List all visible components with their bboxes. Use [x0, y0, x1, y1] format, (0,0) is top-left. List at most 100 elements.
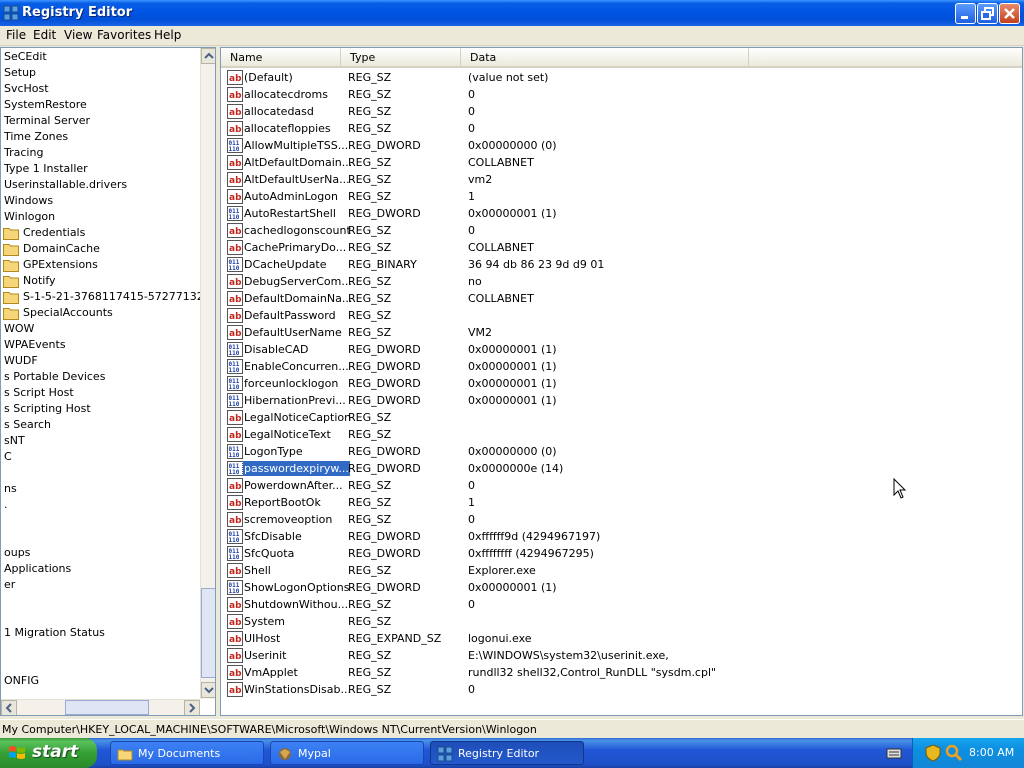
- value-row[interactable]: ab allocatecdroms REG_SZ 0: [221, 86, 1021, 103]
- tree-item[interactable]: ns: [4, 481, 17, 497]
- tree-item[interactable]: WPAEvents: [4, 337, 66, 353]
- value-row[interactable]: ab CachePrimaryDo... REG_SZ COLLABNET: [221, 239, 1021, 256]
- value-row[interactable]: ab DefaultUserName REG_SZ VM2: [221, 324, 1021, 341]
- svg-text:ab: ab: [229, 567, 242, 577]
- tree-item[interactable]: SvcHost: [4, 81, 49, 97]
- value-row[interactable]: 011 110 forceunlocklogon REG_DWORD 0x0000000…: [221, 375, 1021, 392]
- search-icon[interactable]: [945, 744, 963, 762]
- value-row[interactable]: 011 110 DisableCAD REG_DWORD 0x00000001 (1): [221, 341, 1021, 358]
- restore-button[interactable]: [977, 3, 998, 24]
- minimize-button[interactable]: [955, 3, 976, 24]
- column-header-name[interactable]: Name: [221, 48, 341, 68]
- value-row[interactable]: 011 110 SfcQuota REG_DWORD 0xffffffff (42949…: [221, 545, 1021, 562]
- tree-item[interactable]: WOW: [4, 321, 34, 337]
- tree-item[interactable]: C: [4, 449, 12, 465]
- tree-item[interactable]: 1 Migration Status: [4, 625, 105, 641]
- value-row[interactable]: 011 110 passwordexpiryw... REG_DWORD 0x00000…: [221, 460, 1021, 477]
- value-row[interactable]: 011 110 AllowMultipleTSS... REG_DWORD 0x0000…: [221, 137, 1021, 154]
- menu-help[interactable]: Help: [154, 28, 181, 42]
- security-shield-icon[interactable]: [925, 744, 941, 762]
- value-row[interactable]: ab allocatefloppies REG_SZ 0: [221, 120, 1021, 137]
- tree-item[interactable]: s Search: [4, 417, 51, 433]
- value-row[interactable]: ab UIHost REG_EXPAND_SZ logonui.exe: [221, 630, 1021, 647]
- close-button[interactable]: [999, 3, 1020, 24]
- value-row[interactable]: ab AutoAdminLogon REG_SZ 1: [221, 188, 1021, 205]
- value-row[interactable]: ab VmApplet REG_SZ rundll32 shell32,Control…: [221, 664, 1021, 681]
- svg-text:110: 110: [229, 554, 240, 561]
- tree-item[interactable]: GPExtensions: [23, 257, 98, 273]
- value-row[interactable]: ab AltDefaultUserNa... REG_SZ vm2: [221, 171, 1021, 188]
- value-row[interactable]: ab allocatedasd REG_SZ 0: [221, 103, 1021, 120]
- values-list-pane[interactable]: Name Type Data ab (Default) REG_SZ (value n…: [220, 47, 1023, 716]
- tree-item[interactable]: Tracing: [4, 145, 43, 161]
- tree-item[interactable]: SpecialAccounts: [23, 305, 113, 321]
- tree-item[interactable]: s Script Host: [4, 385, 74, 401]
- tree-item[interactable]: oups: [4, 545, 30, 561]
- tree-item[interactable]: WUDF: [4, 353, 38, 369]
- tree-hscroll-thumb[interactable]: [65, 700, 149, 715]
- value-row[interactable]: 011 110 DCacheUpdate REG_BINARY 36 94 db 86 …: [221, 256, 1021, 273]
- tree-item[interactable]: Winlogon: [4, 209, 55, 225]
- menu-file[interactable]: File: [6, 28, 26, 42]
- value-row[interactable]: ab System REG_SZ: [221, 613, 1021, 630]
- value-row[interactable]: ab AltDefaultDomain... REG_SZ COLLABNET: [221, 154, 1021, 171]
- value-row[interactable]: 011 110 ShowLogonOptions REG_DWORD 0x0000000…: [221, 579, 1021, 596]
- value-row[interactable]: 011 110 LogonType REG_DWORD 0x00000000 (0): [221, 443, 1021, 460]
- value-row[interactable]: ab WinStationsDisab... REG_SZ 0: [221, 681, 1021, 698]
- tree-item[interactable]: Windows: [4, 193, 53, 209]
- tree-horizontal-scrollbar[interactable]: [1, 699, 200, 715]
- menu-view[interactable]: View: [64, 28, 92, 42]
- tree-item[interactable]: er: [4, 577, 15, 593]
- tree-item[interactable]: Notify: [23, 273, 56, 289]
- taskbar-item-registry-editor[interactable]: Registry Editor: [430, 741, 584, 765]
- tree-item[interactable]: S-1-5-21-3768117415-572771320-2: [23, 289, 215, 305]
- tree-item[interactable]: .: [4, 497, 8, 513]
- tree-item[interactable]: s Scripting Host: [4, 401, 91, 417]
- taskbar-item-mypal[interactable]: Mypal: [270, 741, 424, 765]
- tree-item[interactable]: DomainCache: [23, 241, 100, 257]
- value-row[interactable]: 011 110 SfcDisable REG_DWORD 0xffffff9d (429…: [221, 528, 1021, 545]
- start-button[interactable]: start: [0, 738, 97, 768]
- value-row[interactable]: ab DefaultPassword REG_SZ: [221, 307, 1021, 324]
- keyboard-icon[interactable]: [886, 746, 902, 760]
- scroll-left-button[interactable]: [1, 700, 17, 715]
- taskbar-item-my-documents[interactable]: My Documents: [110, 741, 264, 765]
- tree-item[interactable]: Applications: [4, 561, 71, 577]
- value-row[interactable]: ab cachedlogonscount REG_SZ 0: [221, 222, 1021, 239]
- tree-item[interactable]: SystemRestore: [4, 97, 87, 113]
- tree-item[interactable]: sNT: [4, 433, 25, 449]
- tree-vertical-scrollbar[interactable]: [200, 48, 215, 699]
- value-row[interactable]: ab ShutdownWithou... REG_SZ 0: [221, 596, 1021, 613]
- value-row[interactable]: 011 110 HibernationPrevi... REG_DWORD 0x0000…: [221, 392, 1021, 409]
- tree-item[interactable]: Credentials: [23, 225, 85, 241]
- value-data: rundll32 shell32,Control_RunDLL "sysdm.c…: [468, 666, 717, 679]
- value-row[interactable]: ab Shell REG_SZ Explorer.exe: [221, 562, 1021, 579]
- tree-item[interactable]: Time Zones: [4, 129, 68, 145]
- menu-edit[interactable]: Edit: [33, 28, 56, 42]
- tree-item[interactable]: SeCEdit: [4, 49, 47, 65]
- scroll-down-button[interactable]: [201, 682, 215, 698]
- tree-item[interactable]: Type 1 Installer: [4, 161, 88, 177]
- scroll-up-button[interactable]: [201, 48, 215, 64]
- tree-item[interactable]: Setup: [4, 65, 36, 81]
- column-header-data[interactable]: Data: [461, 48, 749, 68]
- value-row[interactable]: 011 110 AutoRestartShell REG_DWORD 0x0000000…: [221, 205, 1021, 222]
- tree-item[interactable]: Terminal Server: [4, 113, 90, 129]
- scroll-right-button[interactable]: [184, 700, 200, 715]
- value-row[interactable]: ab (Default) REG_SZ (value not set): [221, 69, 1021, 86]
- tree-item[interactable]: s Portable Devices: [4, 369, 105, 385]
- tree-vscroll-thumb[interactable]: [201, 588, 215, 678]
- key-tree-pane[interactable]: SeCEdit Setup SvcHost SystemRestore Terminal…: [0, 47, 216, 716]
- title-bar[interactable]: Registry Editor: [0, 0, 1024, 26]
- menu-favorites[interactable]: Favorites: [97, 28, 151, 42]
- value-row[interactable]: ab DefaultDomainNa... REG_SZ COLLABNET: [221, 290, 1021, 307]
- value-row[interactable]: ab scremoveoption REG_SZ 0: [221, 511, 1021, 528]
- value-row[interactable]: ab LegalNoticeText REG_SZ: [221, 426, 1021, 443]
- value-row[interactable]: ab LegalNoticeCaption REG_SZ: [221, 409, 1021, 426]
- column-header-type[interactable]: Type: [341, 48, 461, 68]
- value-row[interactable]: ab Userinit REG_SZ E:\WINDOWS\system32\user…: [221, 647, 1021, 664]
- tree-item[interactable]: ONFIG: [4, 673, 39, 689]
- tree-item[interactable]: Userinstallable.drivers: [4, 177, 127, 193]
- value-row[interactable]: ab DebugServerCom... REG_SZ no: [221, 273, 1021, 290]
- value-row[interactable]: 011 110 EnableConcurren... REG_DWORD 0x00000…: [221, 358, 1021, 375]
